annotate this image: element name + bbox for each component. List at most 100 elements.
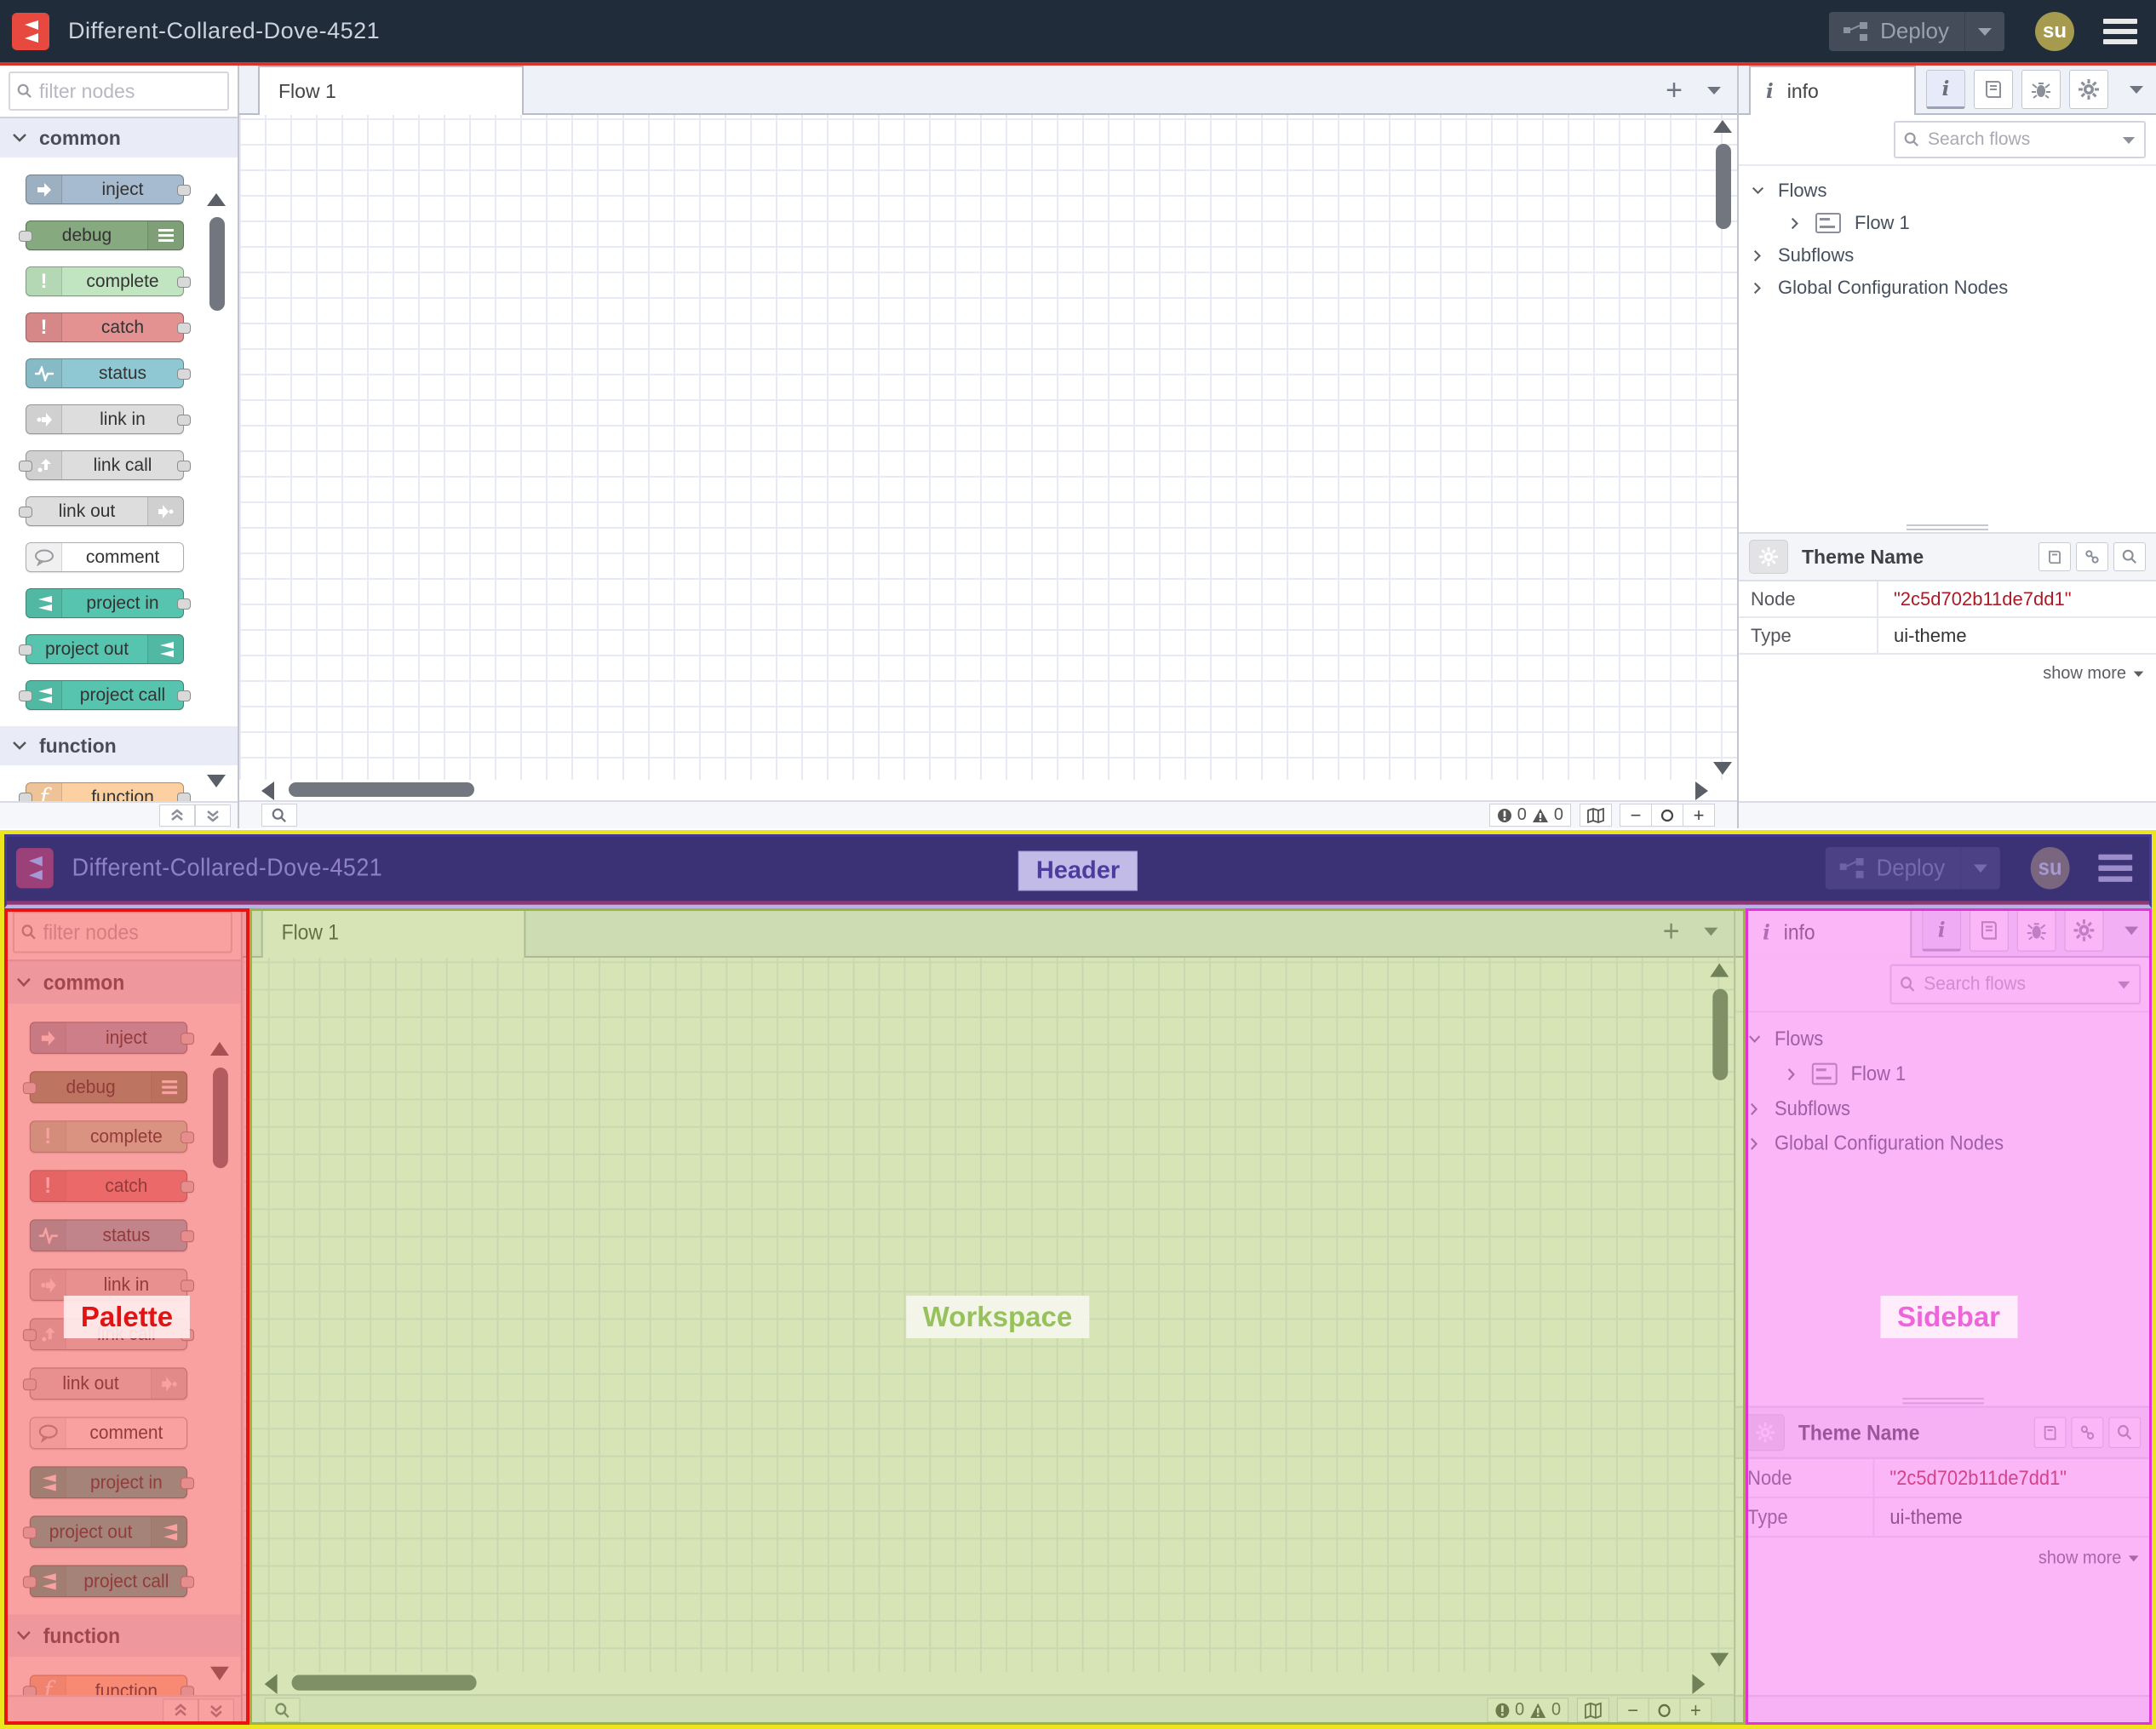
main-menu-button[interactable]	[2103, 18, 2137, 44]
scroll-down-icon[interactable]	[1713, 762, 1732, 775]
input-port[interactable]	[19, 461, 32, 472]
scroll-right-icon[interactable]	[1695, 781, 1708, 800]
splitter-handle-icon	[1907, 524, 1988, 530]
zoom-in-button[interactable]: +	[1683, 804, 1715, 827]
palette-node-project-in[interactable]: project in	[26, 588, 191, 618]
search-flows-box[interactable]: Search flows	[1894, 121, 2146, 158]
debug-tab-button[interactable]	[2021, 70, 2061, 109]
annotation-region-workspace: Workspace	[249, 908, 1746, 1725]
sidebar-search-row: Search flows	[1739, 115, 2156, 166]
canvas-horizontal-scrollbar[interactable]	[239, 780, 1737, 800]
scrollbar-thumb[interactable]	[1716, 144, 1731, 229]
tree-label: Subflows	[1778, 244, 1855, 266]
error-icon	[1497, 808, 1511, 822]
show-more-link[interactable]: show more	[1739, 655, 2156, 692]
palette-node-link-call[interactable]: link call	[19, 450, 191, 480]
scroll-left-icon[interactable]	[261, 781, 274, 800]
output-port[interactable]	[177, 415, 191, 426]
palette-filter-box[interactable]	[9, 72, 229, 111]
property-row-node: Node "2c5d702b11de7dd1"	[1739, 581, 2156, 618]
tab-flow-1[interactable]: Flow 1	[258, 66, 524, 115]
input-port[interactable]	[19, 231, 32, 242]
node-help-button[interactable]	[2038, 542, 2071, 571]
palette-node-project-out[interactable]: project out	[19, 634, 184, 664]
output-port[interactable]	[177, 369, 191, 380]
scrollbar-thumb[interactable]	[289, 782, 474, 797]
tree-item-flows[interactable]: Flows	[1751, 175, 2156, 207]
output-port[interactable]	[177, 323, 191, 334]
help-tab-button[interactable]	[1974, 70, 2013, 109]
warning-count: 0	[1553, 805, 1563, 824]
palette-node-debug[interactable]: debug	[19, 220, 184, 250]
node-id-value[interactable]: "2c5d702b11de7dd1"	[1877, 581, 2156, 616]
add-flow-button[interactable]: +	[1666, 76, 1683, 105]
copy-link-button[interactable]	[2076, 542, 2108, 571]
output-port[interactable]	[177, 461, 191, 472]
palette-filter-input[interactable]	[38, 79, 221, 103]
scroll-up-icon[interactable]	[207, 193, 226, 206]
output-port[interactable]	[177, 598, 191, 610]
search-flows-button[interactable]	[261, 804, 297, 827]
scrollbar-thumb[interactable]	[209, 217, 225, 311]
palette-search-row	[0, 66, 238, 118]
palette-node-project-call[interactable]: project call	[19, 680, 191, 710]
tree-item-subflows[interactable]: Subflows	[1751, 239, 2156, 272]
palette-node-inject[interactable]: inject	[26, 175, 191, 204]
palette-node-link-out[interactable]: link out	[19, 496, 184, 526]
palette-category-function[interactable]: function	[0, 726, 238, 765]
output-port[interactable]	[177, 277, 191, 288]
selection-info-panel: Theme Name	[1739, 522, 2156, 692]
deploy-button[interactable]: Deploy	[1829, 11, 2004, 51]
output-port[interactable]	[177, 690, 191, 701]
collapse-all-button[interactable]	[159, 804, 195, 827]
flow-list-button[interactable]	[1706, 85, 1722, 95]
theme-panel-buttons	[2038, 542, 2146, 571]
flows-tree: Flows Flow 1 Subflows	[1739, 166, 2156, 304]
flow-canvas[interactable]	[239, 115, 1737, 780]
tab-info[interactable]: i info	[1749, 66, 1916, 115]
palette-node-catch[interactable]: ! catch	[26, 312, 191, 342]
navigator-map-button[interactable]	[1580, 804, 1612, 827]
warning-icon	[1532, 808, 1548, 822]
find-node-button[interactable]	[2113, 542, 2146, 571]
tab-actions: +	[1666, 66, 1722, 115]
output-port[interactable]	[177, 185, 191, 196]
canvas-vertical-scrollbar[interactable]	[1713, 120, 1734, 775]
project-title: Different-Collared-Dove-4521	[68, 18, 381, 43]
tree-item-global-config[interactable]: Global Configuration Nodes	[1751, 272, 2156, 304]
category-label: function	[39, 734, 117, 757]
map-icon	[1587, 807, 1604, 823]
palette-scrollbar[interactable]	[207, 193, 227, 787]
config-node-button[interactable]	[1749, 540, 1788, 574]
tree-item-flow-1[interactable]: Flow 1	[1751, 207, 2156, 239]
tree-label: Flow 1	[1855, 212, 1910, 233]
search-flows-placeholder: Search flows	[1928, 129, 2031, 149]
input-port[interactable]	[19, 644, 32, 656]
input-port[interactable]	[19, 507, 32, 518]
property-label: Type	[1751, 624, 1792, 646]
zoom-reset-button[interactable]	[1651, 804, 1683, 827]
sidebar-menu-button[interactable]	[2129, 84, 2144, 94]
palette-node-comment[interactable]: comment	[26, 542, 184, 572]
chevron-down-icon	[1751, 186, 1764, 195]
config-tab-button[interactable]	[2069, 70, 2108, 109]
palette-category-common[interactable]: common	[0, 118, 238, 157]
palette-node-complete[interactable]: ! complete	[26, 266, 191, 296]
sidebar-footer	[1739, 801, 2156, 828]
scroll-up-icon[interactable]	[1713, 120, 1732, 133]
sidebar-splitter[interactable]	[1739, 522, 2156, 532]
user-avatar[interactable]: su	[2035, 11, 2074, 51]
deploy-options-button[interactable]	[1964, 11, 2004, 51]
scroll-down-icon[interactable]	[207, 775, 226, 787]
info-tab-button[interactable]: i	[1926, 70, 1965, 109]
notification-counts[interactable]: 0 0	[1488, 804, 1571, 827]
input-port[interactable]	[19, 690, 32, 701]
sidebar-tab-buttons: i	[1926, 70, 2108, 109]
expand-all-button[interactable]	[195, 804, 231, 827]
zoom-out-button[interactable]: −	[1620, 804, 1652, 827]
info-icon: i	[1766, 79, 1774, 103]
palette-node-status[interactable]: status	[26, 358, 191, 388]
chevron-right-icon	[1751, 282, 1764, 295]
selected-node-title: Theme Name	[1802, 545, 1924, 568]
palette-node-link-in[interactable]: link in	[26, 404, 191, 434]
